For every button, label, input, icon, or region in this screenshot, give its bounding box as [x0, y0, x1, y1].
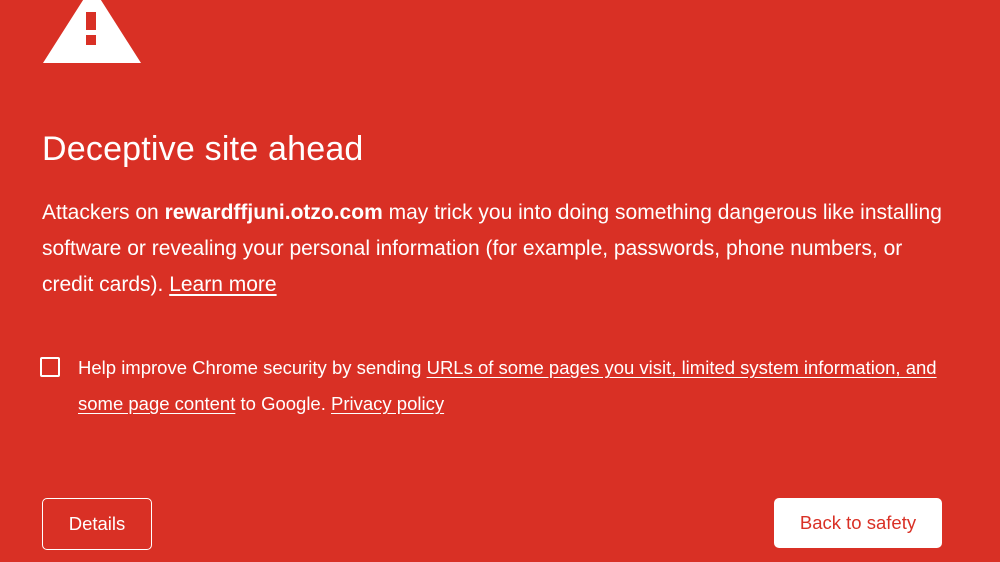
learn-more-link[interactable]: Learn more [169, 273, 276, 296]
privacy-policy-link[interactable]: Privacy policy [331, 393, 444, 414]
page-title: Deceptive site ahead [42, 130, 364, 168]
opt-in-prefix: Help improve Chrome security by sending [78, 357, 427, 378]
security-opt-in: Help improve Chrome security by sending … [40, 350, 940, 422]
opt-in-checkbox[interactable] [40, 357, 60, 377]
warning-triangle-icon [43, 0, 141, 63]
site-domain: rewardffjuni.otzo.com [164, 201, 383, 224]
back-to-safety-button[interactable]: Back to safety [774, 498, 942, 548]
opt-in-middle: to Google. [235, 393, 332, 414]
details-button[interactable]: Details [42, 498, 152, 550]
interstitial-page: Deceptive site ahead Attackers on reward… [0, 0, 1000, 562]
opt-in-label: Help improve Chrome security by sending … [78, 350, 940, 422]
main-message: Attackers on rewardffjuni.otzo.com may t… [42, 195, 952, 303]
message-prefix: Attackers on [42, 201, 165, 224]
